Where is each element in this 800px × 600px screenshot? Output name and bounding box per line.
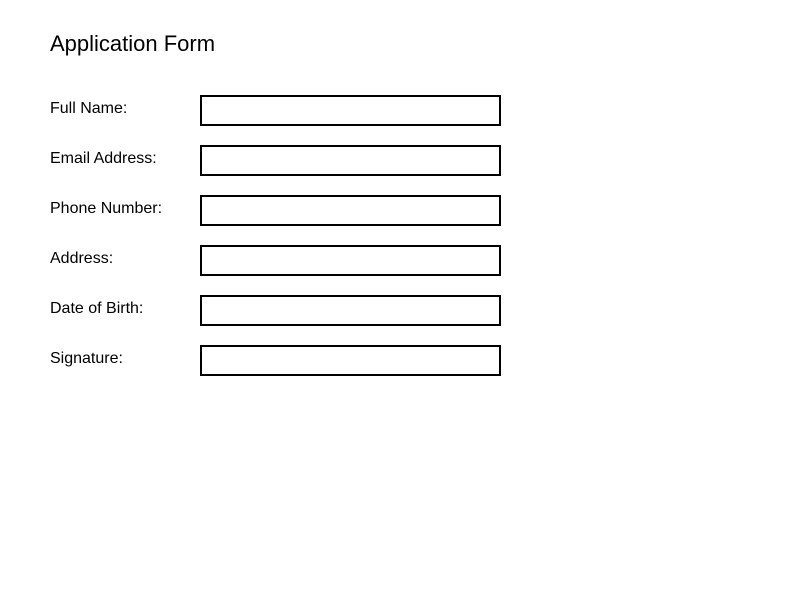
- full-name-label: Full Name:: [50, 100, 128, 117]
- application-form: Full Name: Email Address: Phone Number: …: [50, 94, 510, 395]
- email-address-row: Email Address:: [50, 144, 510, 176]
- date-of-birth-input[interactable]: [200, 294, 501, 326]
- address-label: Address:: [50, 250, 114, 267]
- date-of-birth-row: Date of Birth:: [50, 294, 510, 326]
- phone-number-label: Phone Number:: [50, 200, 163, 217]
- email-address-input[interactable]: [200, 144, 501, 176]
- phone-number-row: Phone Number:: [50, 194, 510, 226]
- phone-number-input[interactable]: [200, 194, 501, 226]
- full-name-input[interactable]: [200, 94, 501, 126]
- address-input[interactable]: [200, 244, 501, 276]
- signature-row: Signature:: [50, 344, 510, 376]
- signature-label: Signature:: [50, 350, 123, 367]
- address-row: Address:: [50, 244, 510, 276]
- signature-input[interactable]: [200, 344, 501, 376]
- full-name-row: Full Name:: [50, 94, 510, 126]
- form-title: Application Form: [50, 31, 216, 56]
- email-address-label: Email Address:: [50, 150, 157, 167]
- date-of-birth-label: Date of Birth:: [50, 300, 144, 317]
